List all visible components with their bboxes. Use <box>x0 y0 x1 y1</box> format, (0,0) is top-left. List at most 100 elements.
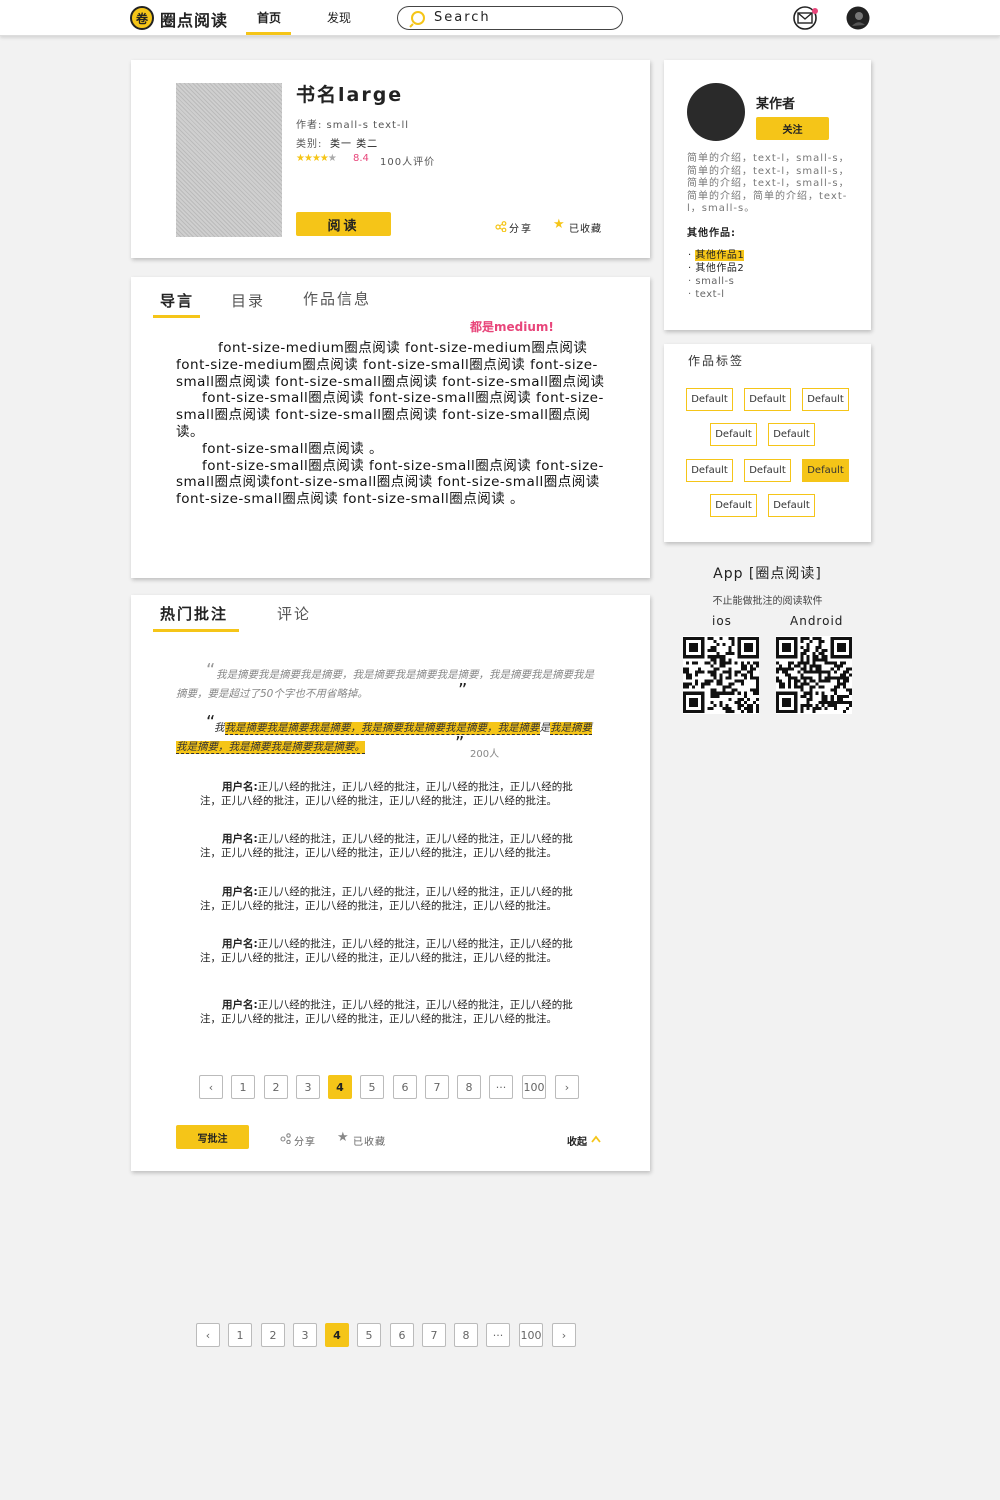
star-collect-icon[interactable]: ★ <box>337 1130 349 1145</box>
tab-work-info[interactable]: 作品信息 <box>303 288 371 309</box>
other-work-item[interactable]: · 其他作品1 <box>688 249 745 262</box>
star-filled-icon: ★ <box>303 153 313 164</box>
tag-chip-selected[interactable]: Default <box>802 459 849 482</box>
ios-qr-code[interactable] <box>683 636 759 714</box>
other-work-item[interactable]: · small-s <box>688 275 744 288</box>
logo-icon[interactable]: 卷 <box>130 6 154 30</box>
page-button[interactable]: 5 <box>360 1075 384 1099</box>
intro-text: font-size-medium圈点阅读 font-size-medium圈点阅… <box>176 340 606 508</box>
comment-item[interactable]: 用户名:正儿八经的批注，正儿八经的批注，正儿八经的批注，正儿八经的批注，正儿八经… <box>200 832 578 860</box>
android-qr-code[interactable] <box>776 636 852 714</box>
share-icon[interactable] <box>495 221 507 232</box>
page-button[interactable]: 3 <box>293 1323 317 1347</box>
page-button[interactable]: 6 <box>393 1075 417 1099</box>
nav-home[interactable]: 首页 <box>257 9 281 26</box>
tag-chip[interactable]: Default <box>744 459 791 482</box>
tag-chip[interactable]: Default <box>802 388 849 411</box>
mail-icon[interactable] <box>793 6 821 30</box>
logo-text[interactable]: 圈点阅读 <box>160 7 228 31</box>
tag-chip[interactable]: Default <box>710 494 757 517</box>
star-filled-icon: ★ <box>296 153 305 164</box>
star-empty-icon: ★ <box>327 153 337 164</box>
collapse-label[interactable]: 收起 <box>567 1133 587 1148</box>
comment-item[interactable]: 用户名:正儿八经的批注，正儿八经的批注，正儿八经的批注，正儿八经的批注，正儿八经… <box>200 885 578 913</box>
intro-paragraph: font-size-medium圈点阅读 font-size-medium圈点阅… <box>176 340 605 390</box>
page-button-current[interactable]: 4 <box>325 1323 349 1347</box>
page-button[interactable]: 5 <box>357 1323 381 1347</box>
page-button[interactable]: 6 <box>390 1323 414 1347</box>
tab-contents[interactable]: 目录 <box>231 290 265 311</box>
collect-label[interactable]: 已收藏 <box>569 220 602 235</box>
rating-stars: ★★★★★ <box>296 153 337 164</box>
page-button[interactable]: 100 <box>522 1075 546 1099</box>
page-ellipsis: ··· <box>489 1075 513 1099</box>
follow-button[interactable]: 关注 <box>756 117 829 140</box>
page-button[interactable]: 2 <box>264 1075 288 1099</box>
highlight-count[interactable]: 200人 <box>470 745 499 760</box>
comment-item[interactable]: 用户名:正儿八经的批注，正儿八经的批注，正儿八经的批注，正儿八经的批注，正儿八经… <box>200 998 578 1026</box>
highlight-text[interactable]: 我是摘要我是摘要我是摘要，我是摘要我是摘要我是摘要，我是摘要 <box>224 722 540 735</box>
other-works-label: 其他作品: <box>687 228 736 239</box>
write-annotation-button[interactable]: 写批注 <box>176 1125 249 1149</box>
intro-paragraph: font-size-small圈点阅读 font-size-small圈点阅读 … <box>176 457 604 508</box>
author-name[interactable]: 某作者 <box>756 93 795 112</box>
share-label[interactable]: 分享 <box>509 220 533 235</box>
search-input[interactable] <box>397 6 623 30</box>
tag-chip[interactable]: Default <box>768 494 815 517</box>
author-avatar[interactable] <box>687 83 745 141</box>
ios-label: ios <box>712 614 732 628</box>
page-button[interactable]: 1 <box>228 1323 252 1347</box>
tag-chip[interactable]: Default <box>744 388 791 411</box>
next-page-button[interactable]: › <box>552 1323 576 1347</box>
book-categories[interactable]: 类一 类二 <box>330 135 378 150</box>
comment-user[interactable]: 用户名: <box>222 781 258 793</box>
page-ellipsis: ··· <box>486 1323 510 1347</box>
tag-chip[interactable]: Default <box>686 459 733 482</box>
comment-item[interactable]: 用户名:正儿八经的批注，正儿八经的批注，正儿八经的批注，正儿八经的批注，正儿八经… <box>200 937 578 965</box>
other-work-item[interactable]: · text-l <box>688 288 744 301</box>
book-author[interactable]: 作者: small-s text-ll <box>296 116 409 131</box>
comment-user[interactable]: 用户名: <box>222 999 258 1011</box>
page-button[interactable]: 8 <box>454 1323 478 1347</box>
page-button[interactable]: 2 <box>261 1323 285 1347</box>
prev-page-button[interactable]: ‹ <box>196 1323 220 1347</box>
collect-label[interactable]: 已收藏 <box>353 1133 386 1148</box>
share-icon[interactable] <box>280 1133 291 1144</box>
tab-intro[interactable]: 导言 <box>160 290 194 311</box>
other-works-list: · 其他作品1 · 其他作品2 · small-s · text-l <box>688 249 745 301</box>
read-button[interactable]: 阅读 <box>296 212 391 236</box>
page-button[interactable]: 8 <box>457 1075 481 1099</box>
review-count[interactable]: 100人评价 <box>380 153 435 168</box>
comment-item[interactable]: 用户名:正儿八经的批注，正儿八经的批注，正儿八经的批注，正儿八经的批注，正儿八经… <box>200 780 578 808</box>
star-collect-icon[interactable]: ★ <box>553 217 565 232</box>
prev-page-button[interactable]: ‹ <box>199 1075 223 1099</box>
page-button-current[interactable]: 4 <box>328 1075 352 1099</box>
comment-user[interactable]: 用户名: <box>222 833 258 845</box>
quote-prefix: 我 <box>214 722 225 734</box>
tag-chip[interactable]: Default <box>768 423 815 446</box>
comment-user[interactable]: 用户名: <box>222 938 258 950</box>
chevron-up-icon[interactable] <box>591 1135 601 1143</box>
tag-chip[interactable]: Default <box>686 388 733 411</box>
highlight-quote[interactable]: 我我是摘要我是摘要我是摘要，我是摘要我是摘要我是摘要，我是摘要是我是摘要我是摘要… <box>176 719 594 757</box>
nav-discover[interactable]: 发现 <box>327 9 351 26</box>
user-avatar[interactable] <box>846 6 870 30</box>
tab-hot-annotations[interactable]: 热门批注 <box>160 603 228 624</box>
other-work-item[interactable]: · 其他作品2 <box>688 262 744 275</box>
quote-mid: 是 <box>539 722 551 734</box>
page-button[interactable]: 100 <box>519 1323 543 1347</box>
comment-user[interactable]: 用户名: <box>222 886 258 898</box>
share-label[interactable]: 分享 <box>294 1133 316 1148</box>
page-button[interactable]: 7 <box>422 1323 446 1347</box>
search-icon[interactable] <box>409 10 429 28</box>
excerpt-quote[interactable]: 我是摘要我是摘要我是摘要，我是摘要我是摘要我是摘要，我是摘要我是摘要我是摘要，要… <box>176 666 594 704</box>
tag-chip[interactable]: Default <box>710 423 757 446</box>
star-filled-icon: ★ <box>319 153 329 164</box>
page-button[interactable]: 7 <box>425 1075 449 1099</box>
tab-comments[interactable]: 评论 <box>277 603 311 624</box>
page-button[interactable]: 3 <box>296 1075 320 1099</box>
page-button[interactable]: 1 <box>231 1075 255 1099</box>
rating-score: 8.4 <box>353 153 369 164</box>
next-page-button[interactable]: › <box>555 1075 579 1099</box>
book-cover[interactable] <box>176 83 282 237</box>
